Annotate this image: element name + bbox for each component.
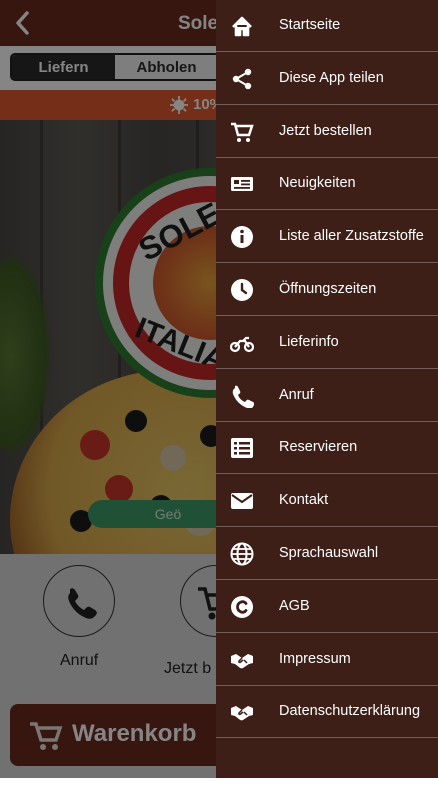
menu-item-jetzt-bestellen[interactable]: Jetzt bestellen bbox=[216, 106, 438, 158]
newspaper-icon bbox=[231, 177, 253, 192]
menu-item-label: Datenschutzerklärung bbox=[279, 703, 421, 720]
info-icon bbox=[231, 226, 253, 249]
copyright-icon bbox=[231, 595, 253, 618]
menu-item-diese-app-teilen[interactable]: Diese App teilen bbox=[216, 53, 438, 105]
menu-item-label: Diese App teilen bbox=[279, 69, 384, 86]
menu-item-label: Jetzt bestellen bbox=[279, 122, 372, 139]
clock-icon bbox=[231, 279, 253, 301]
menu-item-startseite[interactable]: Startseite bbox=[216, 0, 438, 52]
share-icon bbox=[232, 68, 252, 89]
menu-item-agb[interactable]: AGB bbox=[216, 581, 438, 633]
menu-item-label: Impressum bbox=[279, 650, 351, 667]
menu-item-label: Sprachauswahl bbox=[279, 545, 379, 561]
navigation-drawer: Startseite Diese App teilen Jetzt bestelle… bbox=[216, 0, 438, 778]
menu-item-sprachauswahl[interactable]: Sprachauswahl bbox=[216, 528, 438, 580]
menu-item-datenschutzerklärung[interactable]: Datenschutzerklärung bbox=[216, 686, 438, 739]
menu-item-anruf[interactable]: Anruf bbox=[216, 370, 438, 422]
menu-item-label: AGB bbox=[279, 597, 310, 614]
menu-item-label: Lieferinfo bbox=[279, 333, 339, 350]
globe-icon bbox=[230, 542, 254, 566]
menu-item-öffnungszeiten[interactable]: Öffnungszeiten bbox=[216, 264, 438, 316]
menu-item-liste-aller-zusatzstoffe[interactable]: Liste aller Zusatzstoffe bbox=[216, 211, 438, 264]
handshake-icon bbox=[231, 706, 253, 721]
menu-item-lieferinfo[interactable]: Lieferinfo bbox=[216, 317, 438, 369]
menu-item-kontakt[interactable]: Kontakt bbox=[216, 475, 438, 528]
menu-item-label: Anruf bbox=[279, 386, 314, 403]
menu-item-label: Liste aller Zusatzstoffe bbox=[279, 228, 424, 245]
phone-icon bbox=[232, 385, 254, 408]
menu-item-reservieren[interactable]: Reservieren bbox=[216, 422, 438, 475]
motorcycle-icon bbox=[230, 336, 254, 352]
menu-item-label: Neuigkeiten bbox=[279, 175, 356, 192]
list-icon bbox=[231, 438, 253, 459]
menu-item-label: Kontakt bbox=[279, 492, 329, 509]
menu-item-impressum[interactable]: Impressum bbox=[216, 634, 438, 686]
cart-icon bbox=[231, 122, 254, 142]
menu-item-label: Startseite bbox=[279, 17, 341, 33]
menu-item-neuigkeiten[interactable]: Neuigkeiten bbox=[216, 158, 438, 211]
menu-item-label: Reservieren bbox=[279, 439, 358, 456]
app-screen: Sole& Liefern Abholen 10% SOLE& ITALIA G… bbox=[0, 0, 438, 778]
menu-item-label: Öffnungszeiten bbox=[279, 281, 377, 297]
envelope-icon bbox=[231, 493, 253, 510]
home-icon bbox=[232, 16, 252, 37]
handshake-icon bbox=[231, 653, 253, 668]
